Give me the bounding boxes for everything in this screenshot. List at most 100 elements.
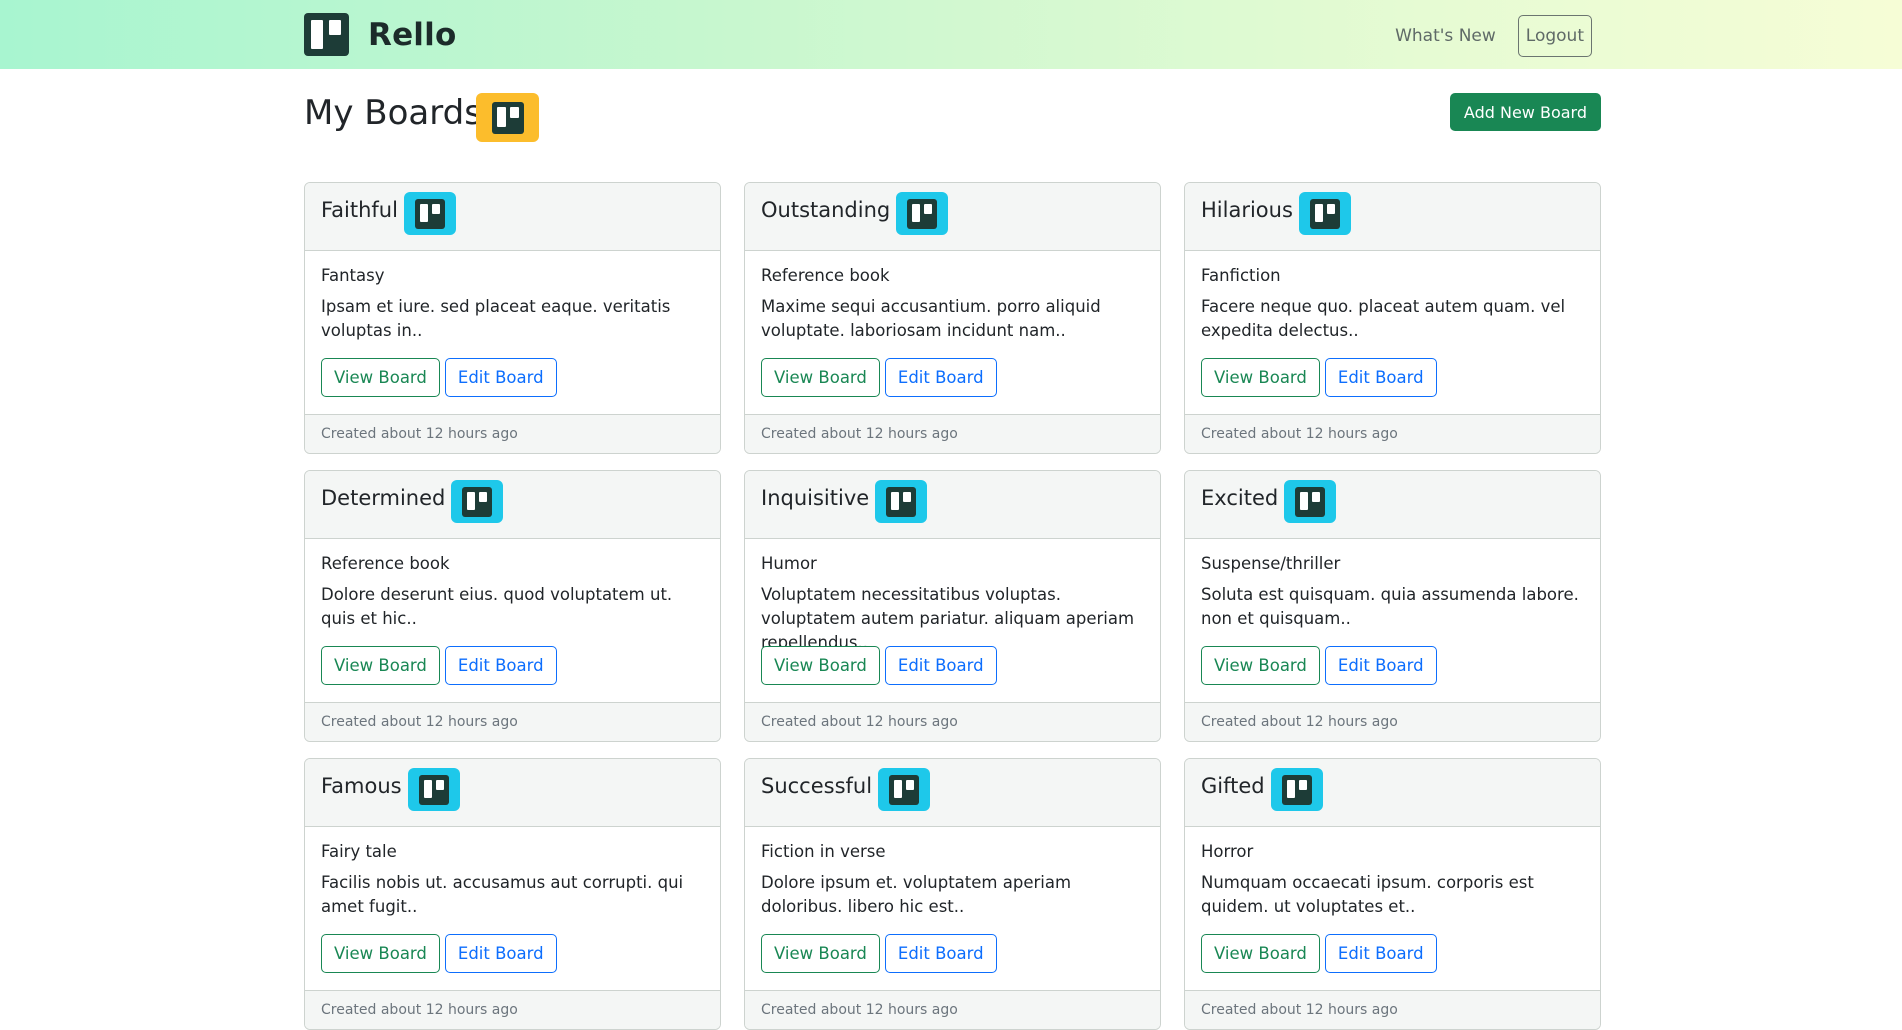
view-board-button[interactable]: View Board bbox=[321, 646, 440, 685]
card-header: Famous bbox=[305, 759, 720, 827]
trello-board-icon bbox=[419, 774, 449, 805]
card-body: Reference book Dolore deserunt eius. quo… bbox=[305, 539, 720, 702]
edit-board-button[interactable]: Edit Board bbox=[884, 646, 997, 685]
card-header: Outstanding bbox=[745, 183, 1160, 251]
board-title: Determined bbox=[321, 486, 446, 510]
card-badge bbox=[1299, 192, 1351, 235]
board-title: Gifted bbox=[1201, 774, 1265, 798]
board-genre: Humor bbox=[761, 554, 817, 573]
board-description: Maxime sequi accusantium. porro aliquid … bbox=[761, 297, 1101, 340]
card-footer: Created about 12 hours ago bbox=[305, 990, 720, 1029]
card-badge bbox=[1284, 480, 1336, 523]
created-timestamp: Created about 12 hours ago bbox=[761, 426, 958, 442]
board-card: Outstanding Reference book Maxime sequi … bbox=[744, 182, 1161, 454]
card-actions: View Board Edit Board bbox=[761, 934, 997, 973]
card-body: Fantasy Ipsam et iure. sed placeat eaque… bbox=[305, 251, 720, 414]
view-board-button[interactable]: View Board bbox=[761, 358, 880, 397]
board-genre: Horror bbox=[1201, 842, 1254, 861]
trello-board-icon bbox=[1295, 486, 1325, 517]
card-header: Faithful bbox=[305, 183, 720, 251]
trello-board-icon bbox=[889, 774, 919, 805]
view-board-button[interactable]: View Board bbox=[321, 358, 440, 397]
edit-board-button[interactable]: Edit Board bbox=[1324, 646, 1437, 685]
card-actions: View Board Edit Board bbox=[1201, 934, 1437, 973]
card-footer: Created about 12 hours ago bbox=[1185, 414, 1600, 453]
whats-new-link[interactable]: What's New bbox=[1395, 26, 1496, 46]
created-timestamp: Created about 12 hours ago bbox=[1201, 714, 1398, 730]
card-badge bbox=[451, 480, 503, 523]
card-header: Inquisitive bbox=[745, 471, 1160, 539]
add-new-board-button[interactable]: Add New Board bbox=[1449, 93, 1601, 131]
board-card: Inquisitive Humor Voluptatem necessitati… bbox=[744, 470, 1161, 742]
card-actions: View Board Edit Board bbox=[1201, 646, 1437, 685]
title-badge bbox=[476, 93, 539, 142]
trello-board-icon bbox=[491, 101, 524, 134]
card-footer: Created about 12 hours ago bbox=[1185, 702, 1600, 741]
board-title: Faithful bbox=[321, 198, 398, 222]
created-timestamp: Created about 12 hours ago bbox=[321, 714, 518, 730]
view-board-button[interactable]: View Board bbox=[1201, 934, 1320, 973]
created-timestamp: Created about 12 hours ago bbox=[321, 1002, 518, 1018]
trello-board-icon bbox=[415, 198, 445, 229]
board-title: Outstanding bbox=[761, 198, 891, 222]
board-description: Dolore deserunt eius. quod voluptatem ut… bbox=[321, 585, 673, 628]
page-title: My Boards bbox=[304, 93, 482, 133]
card-body: Reference book Maxime sequi accusantium.… bbox=[745, 251, 1160, 414]
board-genre: Reference book bbox=[761, 266, 890, 285]
edit-board-button[interactable]: Edit Board bbox=[884, 358, 997, 397]
card-actions: View Board Edit Board bbox=[321, 358, 557, 397]
card-header: Determined bbox=[305, 471, 720, 539]
edit-board-button[interactable]: Edit Board bbox=[1324, 358, 1437, 397]
view-board-button[interactable]: View Board bbox=[761, 934, 880, 973]
view-board-button[interactable]: View Board bbox=[321, 934, 440, 973]
board-genre: Fiction in verse bbox=[761, 842, 886, 861]
edit-board-button[interactable]: Edit Board bbox=[444, 934, 557, 973]
board-card: Determined Reference book Dolore deserun… bbox=[304, 470, 721, 742]
card-body: Horror Numquam occaecati ipsum. corporis… bbox=[1185, 827, 1600, 990]
view-board-button[interactable]: View Board bbox=[761, 646, 880, 685]
board-card: Gifted Horror Numquam occaecati ipsum. c… bbox=[1184, 758, 1601, 1030]
trello-board-icon bbox=[886, 486, 916, 517]
card-actions: View Board Edit Board bbox=[1201, 358, 1437, 397]
board-title: Inquisitive bbox=[761, 486, 870, 510]
logout-button[interactable]: Logout bbox=[1517, 15, 1592, 57]
view-board-button[interactable]: View Board bbox=[1201, 358, 1320, 397]
board-title: Successful bbox=[761, 774, 873, 798]
board-title: Famous bbox=[321, 774, 402, 798]
board-title: Hilarious bbox=[1201, 198, 1293, 222]
brand[interactable]: Rello bbox=[304, 13, 456, 56]
card-header: Hilarious bbox=[1185, 183, 1600, 251]
edit-board-button[interactable]: Edit Board bbox=[1324, 934, 1437, 973]
edit-board-button[interactable]: Edit Board bbox=[884, 934, 997, 973]
card-header: Successful bbox=[745, 759, 1160, 827]
card-actions: View Board Edit Board bbox=[761, 358, 997, 397]
trello-board-icon bbox=[907, 198, 937, 229]
board-description: Numquam occaecati ipsum. corporis est qu… bbox=[1201, 873, 1534, 916]
trello-logo-icon bbox=[304, 13, 349, 56]
card-body: Humor Voluptatem necessitatibus voluptas… bbox=[745, 539, 1160, 702]
card-badge bbox=[875, 480, 927, 523]
board-card: Famous Fairy tale Facilis nobis ut. accu… bbox=[304, 758, 721, 1030]
board-description: Facilis nobis ut. accusamus aut corrupti… bbox=[321, 873, 684, 916]
view-board-button[interactable]: View Board bbox=[1201, 646, 1320, 685]
card-footer: Created about 12 hours ago bbox=[1185, 990, 1600, 1029]
card-body: Fiction in verse Dolore ipsum et. volupt… bbox=[745, 827, 1160, 990]
created-timestamp: Created about 12 hours ago bbox=[761, 1002, 958, 1018]
card-badge bbox=[896, 192, 948, 235]
card-badge bbox=[1271, 768, 1323, 811]
card-footer: Created about 12 hours ago bbox=[745, 414, 1160, 453]
board-genre: Fantasy bbox=[321, 266, 385, 285]
card-footer: Created about 12 hours ago bbox=[305, 414, 720, 453]
card-footer: Created about 12 hours ago bbox=[305, 702, 720, 741]
board-genre: Reference book bbox=[321, 554, 450, 573]
board-card: Successful Fiction in verse Dolore ipsum… bbox=[744, 758, 1161, 1030]
board-card: Faithful Fantasy Ipsam et iure. sed plac… bbox=[304, 182, 721, 454]
edit-board-button[interactable]: Edit Board bbox=[444, 358, 557, 397]
board-description: Soluta est quisquam. quia assumenda labo… bbox=[1201, 585, 1579, 628]
card-header: Gifted bbox=[1185, 759, 1600, 827]
card-actions: View Board Edit Board bbox=[321, 646, 557, 685]
edit-board-button[interactable]: Edit Board bbox=[444, 646, 557, 685]
created-timestamp: Created about 12 hours ago bbox=[761, 714, 958, 730]
card-badge bbox=[404, 192, 456, 235]
board-genre: Fanfiction bbox=[1201, 266, 1281, 285]
